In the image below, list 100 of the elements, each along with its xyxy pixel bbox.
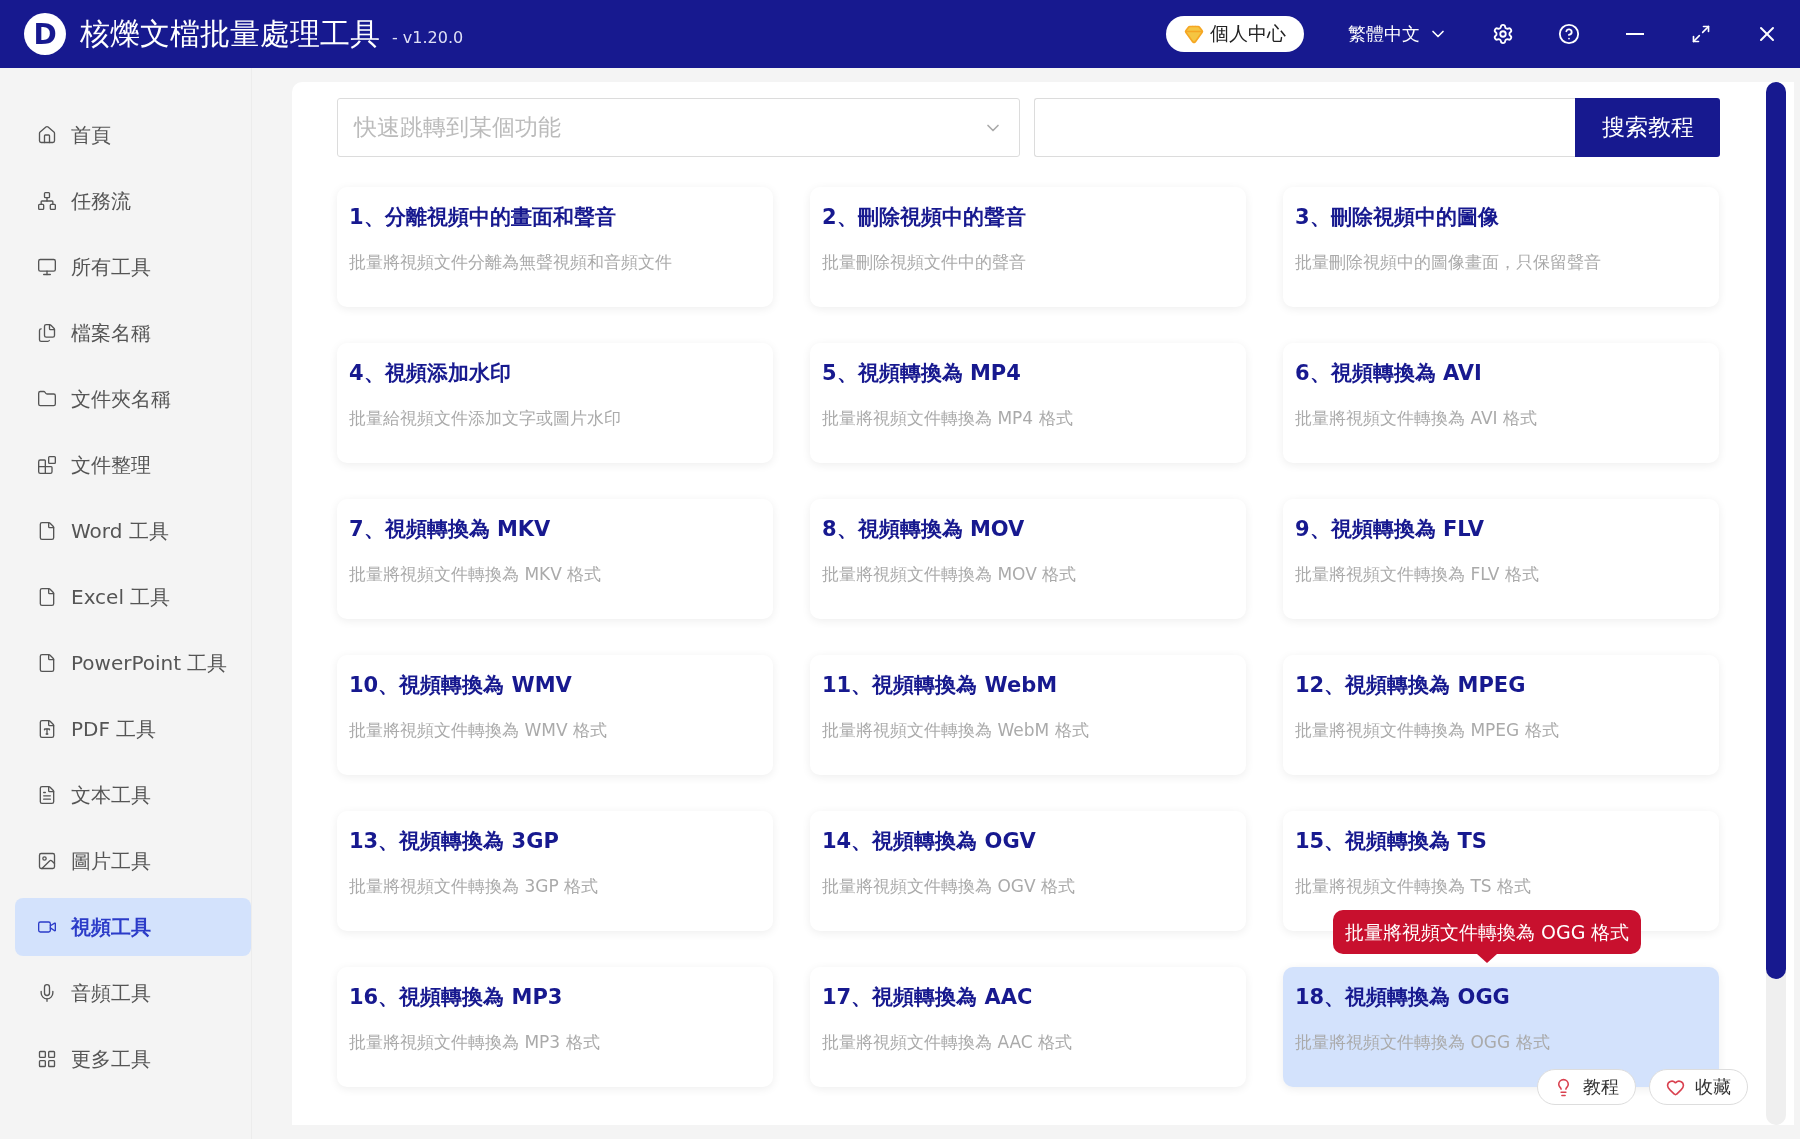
sidebar-item[interactable]: Word 工具: [15, 502, 251, 560]
tool-title: 15、視頻轉換為 TS: [1295, 828, 1488, 855]
sidebar-label: 任務流: [71, 187, 131, 215]
sidebar-label: 所有工具: [71, 253, 151, 281]
sidebar-label: PDF 工具: [71, 715, 157, 743]
tool-title: 5、視頻轉換為 MP4: [822, 360, 1022, 387]
document-icon: [37, 521, 57, 541]
tool-title: 4、視頻添加水印: [349, 360, 512, 387]
sidebar-label: PowerPoint 工具: [71, 649, 228, 677]
folder-icon: [37, 389, 57, 409]
tool-description: 批量將視頻文件轉換為 WebM 格式: [822, 719, 1090, 742]
sidebar-item[interactable]: 檔案名稱: [15, 304, 251, 362]
search-tutorial-button[interactable]: 搜索教程: [1575, 98, 1720, 157]
sidebar-label: 檔案名稱: [71, 319, 151, 347]
monitor-icon: [37, 257, 57, 277]
sidebar-item[interactable]: 文件夾名稱: [15, 370, 251, 428]
sidebar-label: 視頻工具: [71, 913, 151, 941]
tool-card[interactable]: 12、視頻轉換為 MPEG 批量將視頻文件轉換為 MPEG 格式: [1283, 655, 1719, 775]
sidebar-label: 音頻工具: [71, 979, 151, 1007]
tool-description: 批量刪除視頻文件中的聲音: [822, 251, 1027, 274]
account-button[interactable]: 個人中心: [1166, 16, 1304, 52]
tool-card[interactable]: 3、刪除視頻中的圖像 批量刪除視頻中的圖像畫面，只保留聲音: [1283, 187, 1719, 307]
tool-description: 批量將視頻文件轉換為 OGV 格式: [822, 875, 1076, 898]
tool-card[interactable]: 6、視頻轉換為 AVI 批量將視頻文件轉換為 AVI 格式: [1283, 343, 1719, 463]
tool-card[interactable]: 13、視頻轉換為 3GP 批量將視頻文件轉換為 3GP 格式: [337, 811, 773, 931]
gem-icon: [1184, 24, 1204, 44]
sidebar-item[interactable]: PDF 工具: [15, 700, 251, 758]
sidebar-label: 更多工具: [71, 1045, 151, 1073]
tool-description: 批量將視頻文件轉換為 OGG 格式: [1295, 1031, 1551, 1054]
language-dropdown[interactable]: 繁體中文: [1342, 21, 1454, 47]
tool-description: 批量將視頻文件轉換為 FLV 格式: [1295, 563, 1540, 586]
tool-description: 批量將視頻文件轉換為 WMV 格式: [349, 719, 608, 742]
tool-title: 1、分離視頻中的畫面和聲音: [349, 204, 617, 231]
sidebar-item[interactable]: 視頻工具: [15, 898, 251, 956]
tool-card[interactable]: 2、刪除視頻中的聲音 批量刪除視頻文件中的聲音: [810, 187, 1246, 307]
tool-title: 7、視頻轉換為 MKV: [349, 516, 552, 543]
tool-description: 批量將視頻文件轉換為 MKV 格式: [349, 563, 603, 586]
dropdown-placeholder: 快速跳轉到某個功能: [354, 113, 561, 142]
blocks-icon: [37, 455, 57, 475]
sidebar-item[interactable]: Excel 工具: [15, 568, 251, 626]
document-icon: [37, 653, 57, 673]
tool-title: 11、視頻轉換為 WebM: [822, 672, 1059, 699]
sidebar-label: 首頁: [71, 121, 111, 149]
image-icon: [37, 851, 57, 871]
tool-card[interactable]: 8、視頻轉換為 MOV 批量將視頻文件轉換為 MOV 格式: [810, 499, 1246, 619]
tool-card[interactable]: 9、視頻轉換為 FLV 批量將視頻文件轉換為 FLV 格式: [1283, 499, 1719, 619]
tool-title: 2、刪除視頻中的聲音: [822, 204, 1027, 231]
home-icon: [37, 125, 57, 145]
sidebar-label: 文件夾名稱: [71, 385, 171, 413]
favorite-button[interactable]: 收藏: [1649, 1069, 1748, 1105]
help-icon: [1558, 23, 1580, 45]
tool-description: 批量將視頻文件轉換為 MP3 格式: [349, 1031, 601, 1054]
sidebar-item[interactable]: 文件整理: [15, 436, 251, 494]
tool-card[interactable]: 11、視頻轉換為 WebM 批量將視頻文件轉換為 WebM 格式: [810, 655, 1246, 775]
tool-card[interactable]: 17、視頻轉換為 AAC 批量將視頻文件轉換為 AAC 格式: [810, 967, 1246, 1087]
tool-card[interactable]: 14、視頻轉換為 OGV 批量將視頻文件轉換為 OGV 格式: [810, 811, 1246, 931]
heart-icon: [1666, 1077, 1685, 1097]
search-field[interactable]: [1034, 98, 1575, 157]
tooltip: 批量將視頻文件轉換為 OGG 格式: [1333, 910, 1642, 954]
help-button[interactable]: [1556, 21, 1582, 47]
tool-description: 批量將視頻文件轉換為 MOV 格式: [822, 563, 1078, 586]
tooltip-arrow: [1477, 954, 1498, 963]
sidebar-label: 圖片工具: [71, 847, 151, 875]
tool-title: 14、視頻轉換為 OGV: [822, 828, 1037, 855]
tool-title: 16、視頻轉換為 MP3: [349, 984, 564, 1011]
tool-title: 17、視頻轉換為 AAC: [822, 984, 1034, 1011]
tool-title: 8、視頻轉換為 MOV: [822, 516, 1026, 543]
tool-card[interactable]: 5、視頻轉換為 MP4 批量將視頻文件轉換為 MP4 格式: [810, 343, 1246, 463]
tool-description: 批量將視頻文件轉換為 AVI 格式: [1295, 407, 1538, 430]
tool-title: 10、視頻轉換為 WMV: [349, 672, 573, 699]
tool-description: 批量將視頻文件分離為無聲視頻和音頻文件: [349, 251, 673, 274]
sidebar-item[interactable]: 圖片工具: [15, 832, 251, 890]
sidebar-item[interactable]: 首頁: [15, 106, 251, 164]
tool-card[interactable]: 1、分離視頻中的畫面和聲音 批量將視頻文件分離為無聲視頻和音頻文件: [337, 187, 773, 307]
sidebar-item[interactable]: 文本工具: [15, 766, 251, 824]
tool-description: 批量將視頻文件轉換為 3GP 格式: [349, 875, 600, 898]
tool-title: 6、視頻轉換為 AVI: [1295, 360, 1483, 387]
sidebar-label: Word 工具: [71, 517, 169, 545]
sidebar-item[interactable]: 所有工具: [15, 238, 251, 296]
app-title: 核爍文檔批量處理工具: [80, 14, 380, 53]
tool-card[interactable]: 4、視頻添加水印 批量給視頻文件添加文字或圖片水印: [337, 343, 773, 463]
version-label: - v1.20.0: [392, 27, 464, 47]
document-icon: [37, 785, 57, 805]
tool-title: 9、視頻轉換為 FLV: [1295, 516, 1485, 543]
sidebar-item[interactable]: 音頻工具: [15, 964, 251, 1022]
sidebar-item[interactable]: PowerPoint 工具: [15, 634, 251, 692]
tool-description: 批量將視頻文件轉換為 MPEG 格式: [1295, 719, 1560, 742]
tutorial-button[interactable]: 教程: [1537, 1069, 1636, 1105]
tool-card[interactable]: 7、視頻轉換為 MKV 批量將視頻文件轉換為 MKV 格式: [337, 499, 773, 619]
grid-icon: [37, 1049, 57, 1069]
sidebar-label: 文本工具: [71, 781, 151, 809]
sidebar-item[interactable]: 任務流: [15, 172, 251, 230]
sidebar-label: Excel 工具: [71, 583, 171, 611]
network-icon: [37, 191, 57, 211]
sidebar-item[interactable]: 更多工具: [15, 1030, 251, 1088]
tool-card[interactable]: 16、視頻轉換為 MP3 批量將視頻文件轉換為 MP3 格式: [337, 967, 773, 1087]
tool-title: 18、視頻轉換為 OGG: [1295, 984, 1511, 1011]
tool-card[interactable]: 10、視頻轉換為 WMV 批量將視頻文件轉換為 WMV 格式: [337, 655, 773, 775]
minimize-icon: [1626, 33, 1644, 35]
settings-icon: [1492, 23, 1514, 45]
